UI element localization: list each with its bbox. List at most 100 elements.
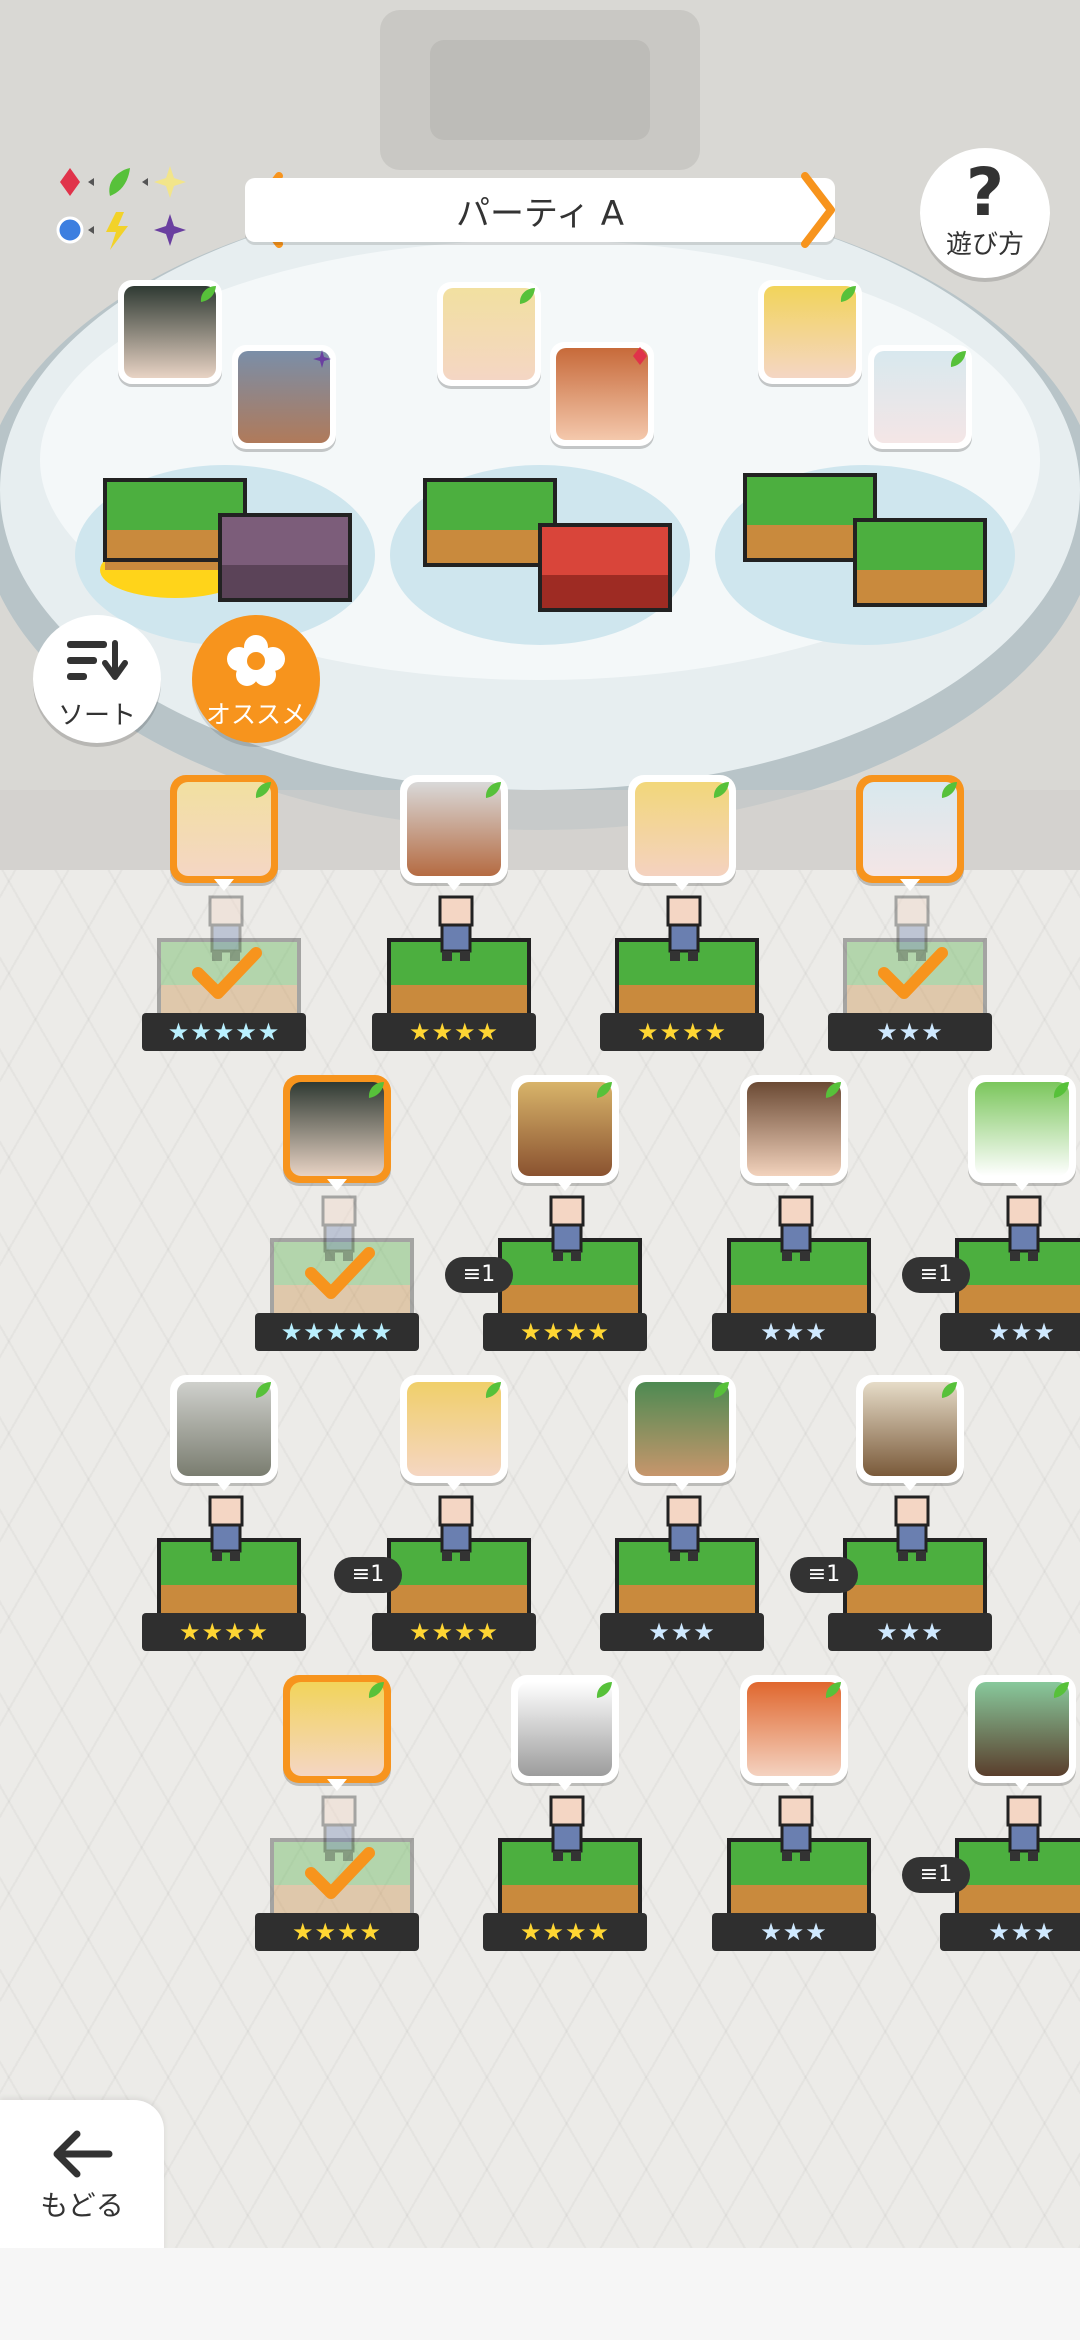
recommend-button[interactable]: オススメ xyxy=(192,615,320,743)
character-sprite xyxy=(778,1795,814,1861)
element-cycle-legend xyxy=(56,166,186,250)
rarity-stars: ★★★ xyxy=(600,1613,764,1651)
rarity-stars: ★★★ xyxy=(828,1013,992,1051)
leaf-icon xyxy=(1053,1682,1069,1698)
character-card[interactable]: ★★★★ xyxy=(255,1675,425,1965)
rarity-stars: ★★★ xyxy=(940,1913,1080,1951)
party-slot-block[interactable] xyxy=(530,505,680,635)
leaf-icon xyxy=(596,1682,612,1698)
character-portrait[interactable] xyxy=(628,1375,736,1483)
portrait-pointer xyxy=(444,879,464,891)
character-portrait[interactable] xyxy=(400,1375,508,1483)
rarity-stars: ★★★ xyxy=(940,1313,1080,1351)
party-member-portrait[interactable] xyxy=(868,345,972,449)
character-card[interactable]: ★★★★★ xyxy=(142,775,312,1065)
portrait-pointer xyxy=(327,1779,347,1791)
character-portrait[interactable] xyxy=(511,1675,619,1783)
character-card[interactable]: ★★★★ ≡1 xyxy=(445,1075,653,1365)
character-portrait[interactable] xyxy=(740,1675,848,1783)
leaf-icon xyxy=(950,351,966,367)
leaf-icon xyxy=(255,782,271,798)
character-card[interactable]: ★★★★ ≡1 xyxy=(334,1375,542,1665)
rarity-stars: ★★★★ xyxy=(142,1613,306,1651)
character-card[interactable]: ★★★ ≡1 xyxy=(902,1075,1080,1365)
help-label: 遊び方 xyxy=(945,230,1024,260)
rarity-stars: ★★★★ xyxy=(372,1613,536,1651)
sort-icon xyxy=(67,640,128,680)
character-portrait[interactable] xyxy=(740,1075,848,1183)
portrait-pointer xyxy=(900,879,920,891)
character-card[interactable]: ★★★★ xyxy=(142,1375,312,1665)
character-card[interactable]: ★★★ xyxy=(828,775,998,1065)
portrait-pointer xyxy=(1012,1179,1032,1191)
character-portrait[interactable] xyxy=(170,775,278,883)
duplicate-count-badge: ≡1 xyxy=(334,1557,402,1593)
character-card[interactable]: ★★★★ xyxy=(600,775,770,1065)
duplicate-count-badge: ≡1 xyxy=(902,1857,970,1893)
checkmark-icon xyxy=(305,1847,375,1899)
rarity-stars: ★★★★ xyxy=(255,1913,419,1951)
character-card[interactable]: ★★★★ xyxy=(483,1675,653,1965)
character-card[interactable]: ★★★ ≡1 xyxy=(902,1675,1080,1965)
portrait-pointer xyxy=(214,879,234,891)
sort-label: ソート xyxy=(57,701,136,731)
duplicate-count-badge: ≡1 xyxy=(445,1257,513,1293)
party-slot-block[interactable] xyxy=(210,495,360,625)
character-card[interactable]: ★★★★★ xyxy=(255,1075,425,1365)
leaf-icon xyxy=(825,1082,841,1098)
party-member-portrait[interactable] xyxy=(118,280,222,384)
character-card[interactable]: ★★★ xyxy=(712,1675,882,1965)
character-portrait[interactable] xyxy=(968,1075,1076,1183)
character-sprite xyxy=(438,1495,474,1561)
leaf-icon xyxy=(519,288,535,304)
checkmark-icon xyxy=(192,947,262,999)
rarity-stars: ★★★★ xyxy=(372,1013,536,1051)
rarity-stars: ★★★★ xyxy=(483,1913,647,1951)
sort-button[interactable]: ソート xyxy=(33,615,161,743)
character-portrait[interactable] xyxy=(968,1675,1076,1783)
party-member-portrait[interactable] xyxy=(437,282,541,386)
leaf-icon xyxy=(941,782,957,798)
rarity-stars: ★★★ xyxy=(712,1913,876,1951)
character-portrait[interactable] xyxy=(400,775,508,883)
duplicate-count-badge: ≡1 xyxy=(790,1557,858,1593)
character-card[interactable]: ★★★ ≡1 xyxy=(790,1375,998,1665)
character-card[interactable]: ★★★★ xyxy=(372,775,542,1065)
portrait-pointer xyxy=(555,1779,575,1791)
party-member-portrait[interactable] xyxy=(550,342,654,446)
portrait-pointer xyxy=(1012,1779,1032,1791)
portrait-pointer xyxy=(784,1779,804,1791)
rarity-stars: ★★★★★ xyxy=(255,1313,419,1351)
character-portrait[interactable] xyxy=(283,1675,391,1783)
leaf-icon xyxy=(713,1382,729,1398)
checkmark-icon xyxy=(305,1247,375,1299)
party-member-portrait[interactable] xyxy=(232,345,336,449)
character-sprite xyxy=(208,1495,244,1561)
portrait-pointer xyxy=(555,1179,575,1191)
duplicate-count-badge: ≡1 xyxy=(902,1257,970,1293)
character-portrait[interactable] xyxy=(511,1075,619,1183)
character-sprite xyxy=(778,1195,814,1261)
help-button[interactable]: ? 遊び方 xyxy=(920,148,1050,278)
arrow-left-icon xyxy=(53,2130,113,2178)
character-sprite xyxy=(549,1795,585,1861)
character-card[interactable]: ★★★ xyxy=(600,1375,770,1665)
rarity-stars: ★★★ xyxy=(712,1313,876,1351)
back-button[interactable]: もどる xyxy=(0,2100,164,2260)
leaf-icon xyxy=(368,1082,384,1098)
character-portrait[interactable] xyxy=(283,1075,391,1183)
leaf-icon xyxy=(1053,1082,1069,1098)
character-portrait[interactable] xyxy=(856,775,964,883)
character-sprite xyxy=(549,1195,585,1261)
party-slot-block[interactable] xyxy=(845,500,995,630)
next-party-button[interactable] xyxy=(795,172,839,248)
party-member-portrait[interactable] xyxy=(758,280,862,384)
leaf-icon xyxy=(485,782,501,798)
portrait-pointer xyxy=(444,1479,464,1491)
character-portrait[interactable] xyxy=(628,775,736,883)
leaf-icon xyxy=(200,286,216,302)
leaf-icon xyxy=(825,1682,841,1698)
character-portrait[interactable] xyxy=(856,1375,964,1483)
character-card[interactable]: ★★★ xyxy=(712,1075,882,1365)
character-portrait[interactable] xyxy=(170,1375,278,1483)
